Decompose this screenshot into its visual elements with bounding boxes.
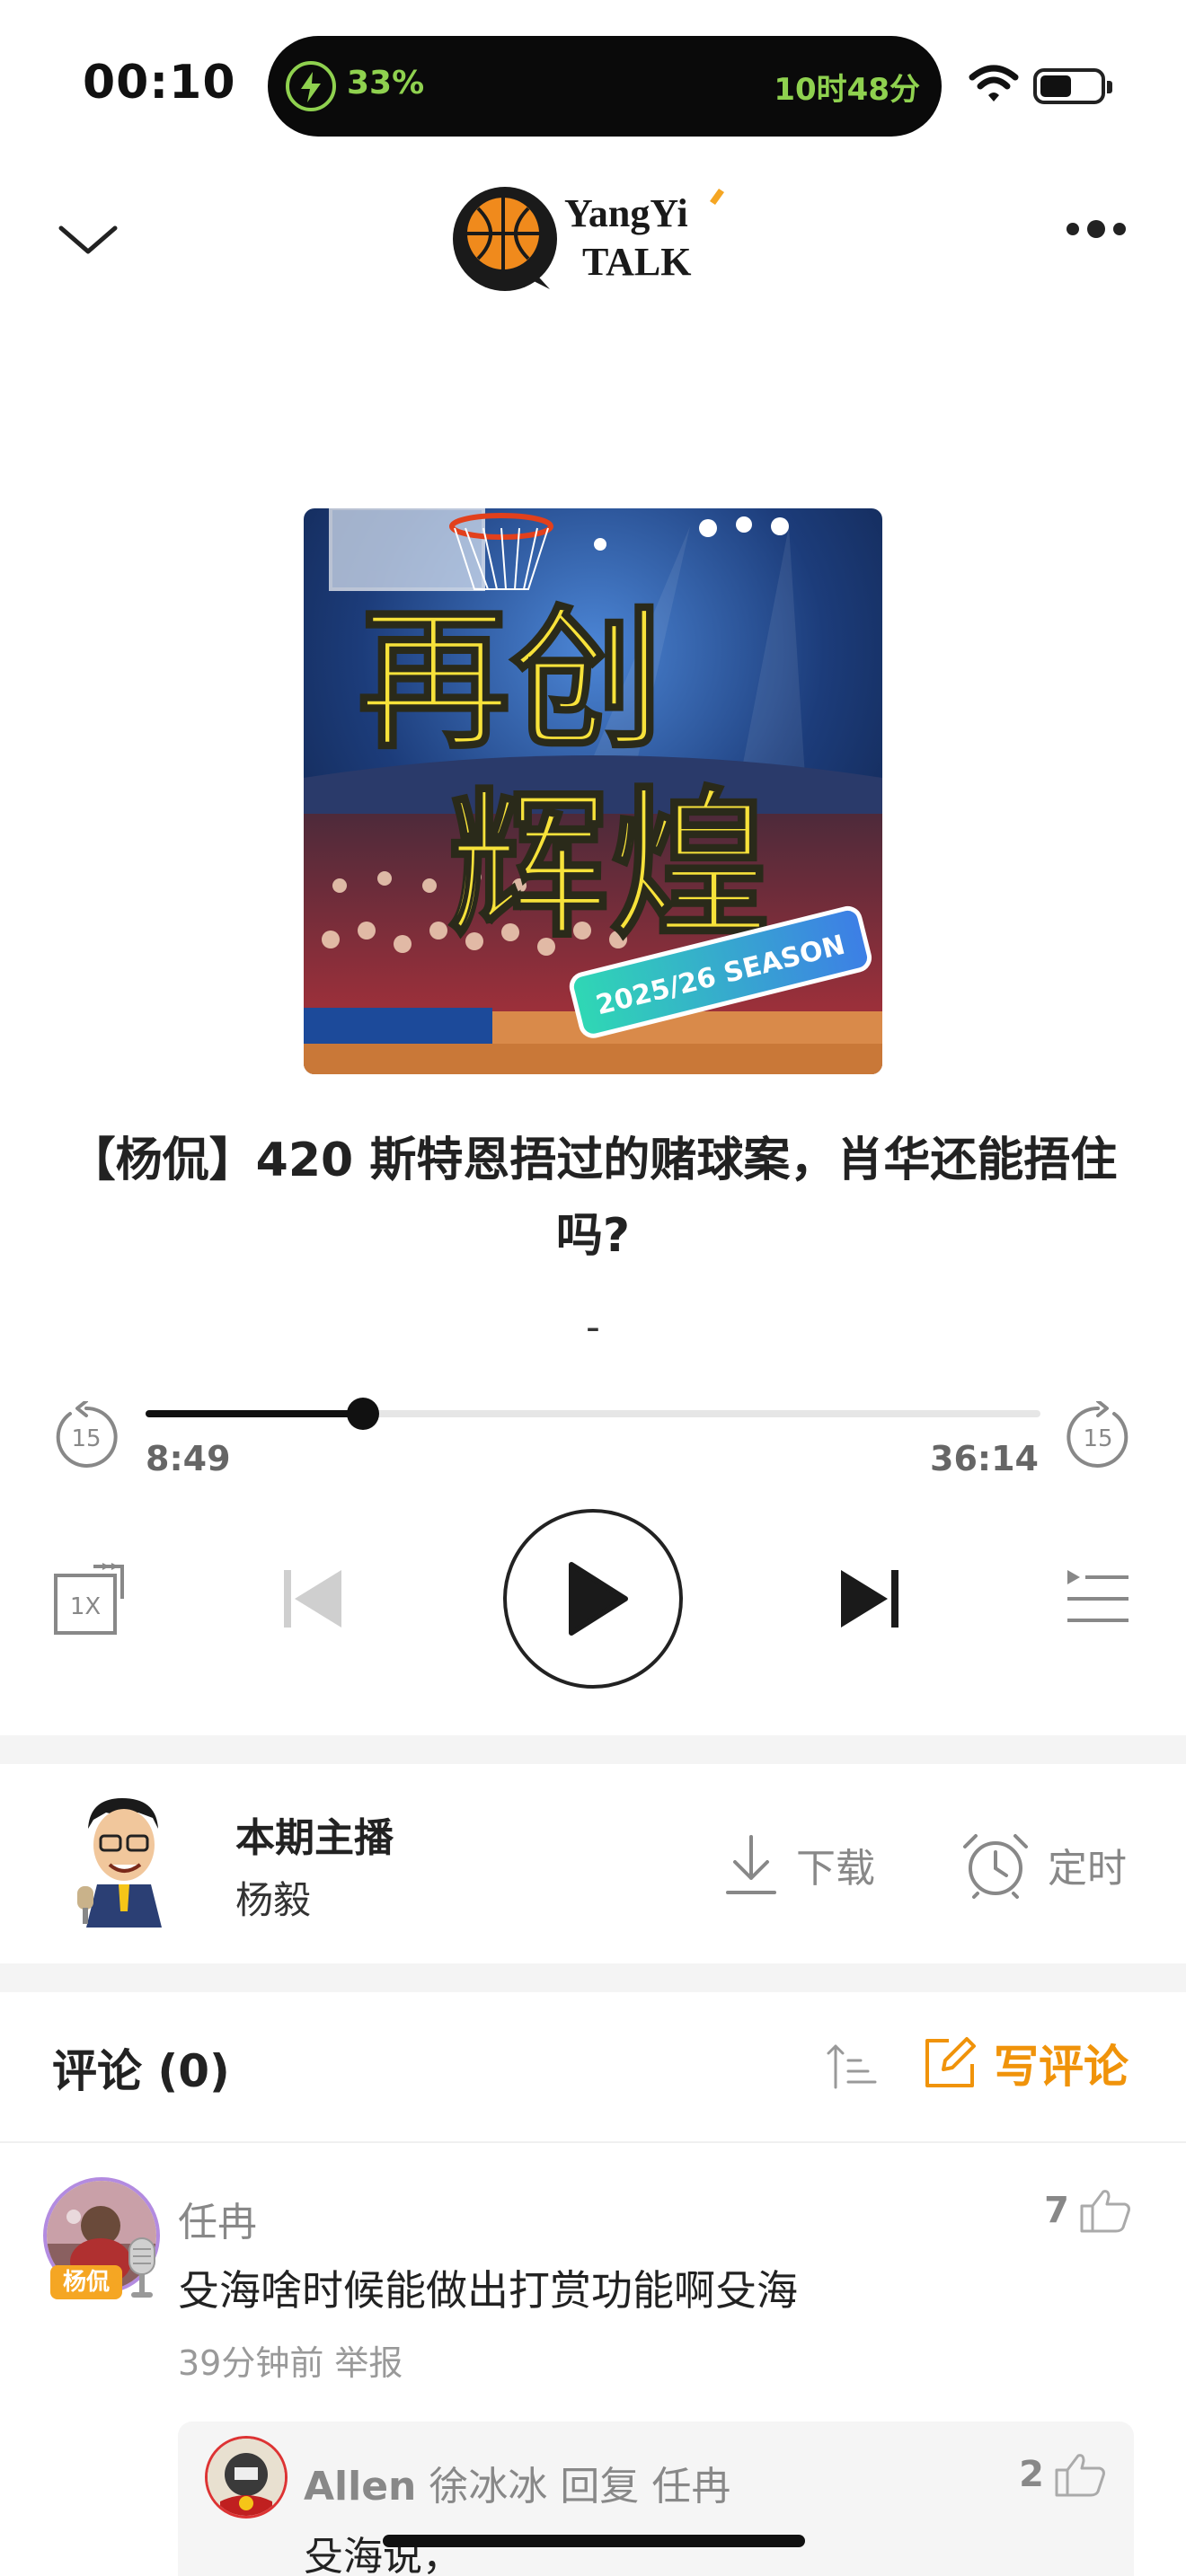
current-time: 8:49 (146, 1439, 231, 1478)
cover-title-line2: 辉煌 (447, 772, 771, 960)
rewind-15-label: 15 (71, 1425, 101, 1452)
reply-avatar[interactable] (205, 2436, 288, 2519)
reply-username-cn[interactable]: 徐冰冰 (429, 2464, 547, 2510)
duration-time: 36:14 (930, 1439, 1039, 1478)
comment-user-badge: 杨侃 (50, 2265, 122, 2299)
host-avatar[interactable] (75, 1793, 169, 1928)
section-divider (0, 1735, 1186, 1764)
play-button[interactable] (503, 1509, 683, 1689)
comments-title: 评论 (0) (52, 2045, 230, 2097)
comment-like-count: 7 (1044, 2190, 1069, 2231)
sort-icon[interactable] (825, 2039, 879, 2093)
edit-icon (925, 2037, 976, 2087)
dynamic-island[interactable]: 33% 10时48分 (268, 36, 942, 137)
host-section-label: 本期主播 (235, 1815, 394, 1861)
thumbs-up-icon (1055, 2454, 1105, 2497)
more-dots-icon[interactable] (1060, 216, 1132, 243)
microphone-icon (124, 2236, 160, 2301)
next-track-icon[interactable] (836, 1565, 904, 1633)
write-comment-button[interactable]: 写评论 (922, 2032, 1128, 2095)
forward-15-icon[interactable]: 15 (1064, 1399, 1132, 1469)
status-time: 00:10 (83, 56, 236, 110)
host-name[interactable]: 杨毅 (235, 1870, 311, 1925)
sleep-timer-button[interactable]: 定时 (961, 1829, 1127, 1901)
download-icon (726, 1835, 776, 1894)
home-indicator[interactable] (383, 2535, 805, 2547)
playback-speed-label: 1X (70, 1593, 101, 1620)
playlist-icon[interactable] (1064, 1565, 1132, 1633)
cover-title-line1: 再创 (358, 592, 663, 770)
yangyi-talk-logo: YangYi TALK (449, 180, 737, 296)
write-comment-label: 写评论 (994, 2041, 1128, 2093)
section-divider (0, 1963, 1186, 1992)
reply-username-en[interactable]: Allen (304, 2464, 416, 2510)
timer-label: 定时 (1048, 1846, 1127, 1892)
rewind-15-icon[interactable]: 15 (52, 1399, 120, 1469)
reply-to-user[interactable]: 任冉 (651, 2464, 730, 2510)
episode-subtitle: - (586, 1304, 600, 1350)
thumbs-up-icon (1080, 2190, 1130, 2233)
episode-title: 【杨侃】420 斯特恩捂过的赌球案，肖华还能捂住吗? (68, 1134, 1118, 1263)
comment-like-button[interactable]: 7 (1044, 2188, 1132, 2233)
battery-percent: 33% (347, 65, 425, 101)
battery-remaining-time: 10时48分 (774, 72, 920, 108)
playback-speed-button[interactable]: 1X (52, 1563, 126, 1636)
wifi-icon (969, 65, 1019, 108)
comments-divider (0, 2141, 1186, 2143)
progress-played (146, 1410, 363, 1417)
battery-icon (1033, 68, 1112, 104)
chevron-down-icon[interactable] (56, 216, 120, 260)
logo-text-talk: TALK (582, 240, 691, 284)
progress-track[interactable] (146, 1410, 1040, 1417)
reply-word: 回复 (560, 2464, 640, 2510)
previous-track-icon[interactable] (279, 1565, 347, 1633)
charging-bolt-icon (286, 61, 336, 111)
reply-header: Allen 徐冰冰 回复 任冉 (304, 2454, 730, 2511)
download-button[interactable]: 下载 (724, 1829, 875, 1901)
reply-text: 殳海说， (304, 2534, 462, 2576)
alarm-clock-icon (963, 1834, 1028, 1899)
comment-meta[interactable]: 39分钟前 举报 (178, 2335, 403, 2385)
reply-like-count: 2 (1019, 2454, 1044, 2495)
status-bar: 00:10 33% 10时48分 (0, 0, 1186, 162)
logo-text-yangyi: YangYi (564, 191, 688, 235)
comment-username[interactable]: 任冉 (178, 2190, 257, 2247)
play-icon (569, 1562, 628, 1636)
progress-thumb[interactable] (347, 1398, 379, 1430)
reply-like-button[interactable]: 2 (1019, 2452, 1107, 2497)
download-label: 下载 (796, 1846, 875, 1892)
forward-15-label: 15 (1083, 1425, 1112, 1452)
episode-cover-art: 再创 辉煌 2025/26 SEASON (304, 508, 882, 1074)
comment-text: 殳海啥时候能做出打赏功能啊殳海 (178, 2266, 798, 2315)
